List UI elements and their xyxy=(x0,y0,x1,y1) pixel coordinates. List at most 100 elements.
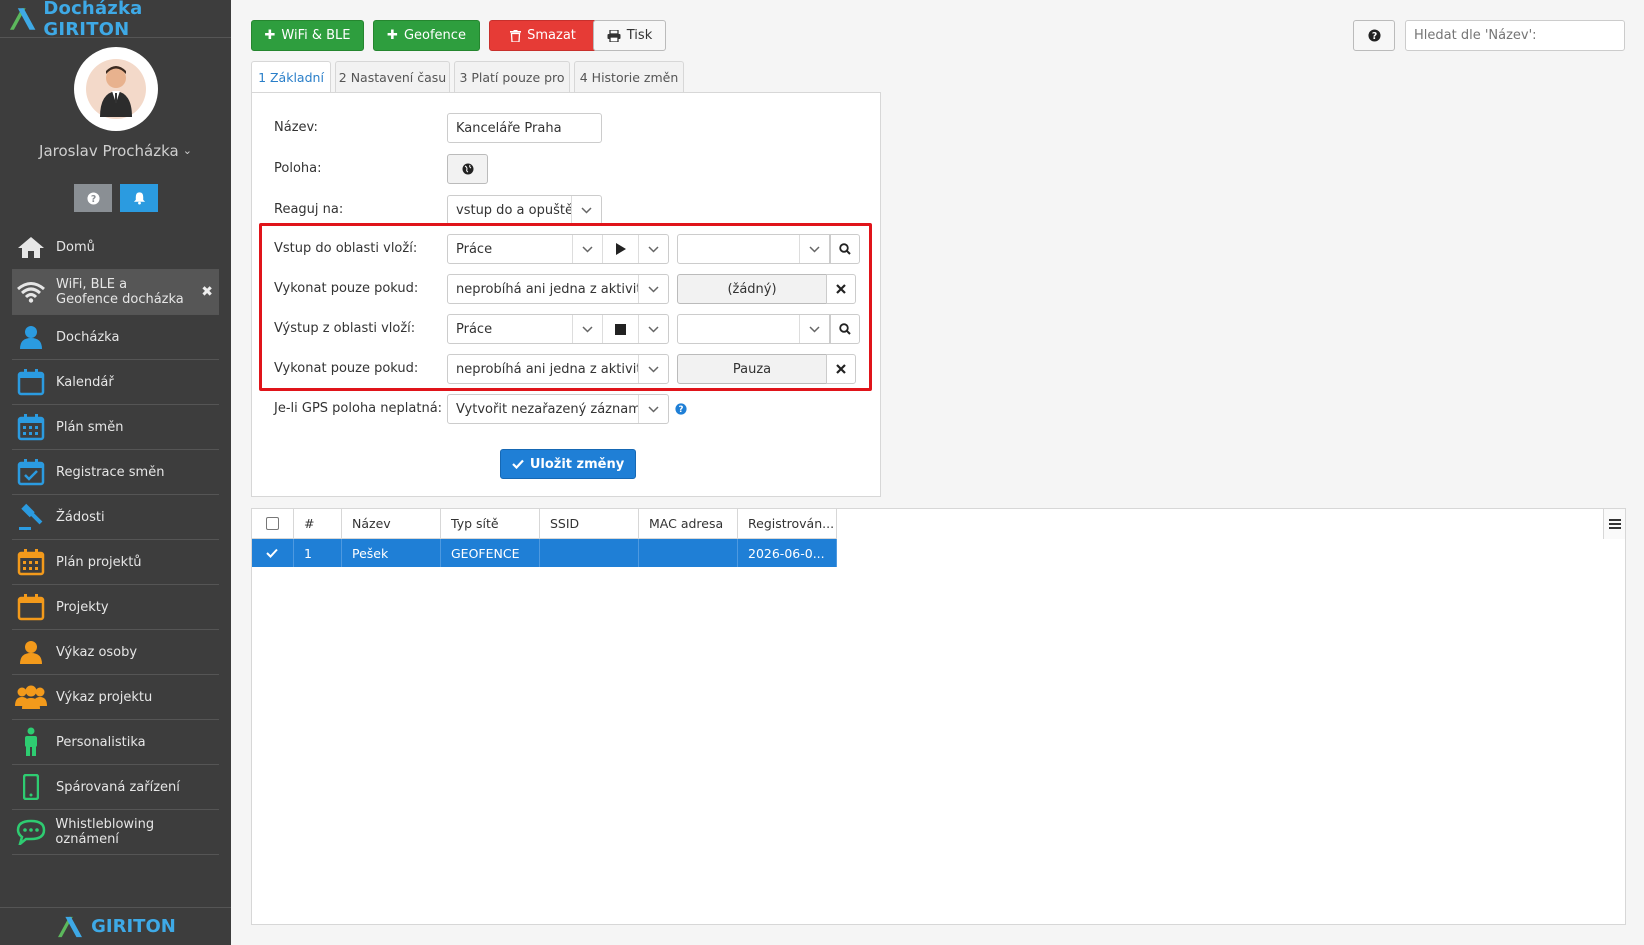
sidebar-item-shift-plan[interactable]: Plán směn xyxy=(12,405,219,450)
sidebar-item-label: Whistleblowing oznámení xyxy=(55,817,155,847)
button-label: Uložit změny xyxy=(529,456,625,472)
calendar-grid-icon xyxy=(17,414,45,441)
entry-condition-clear-button[interactable] xyxy=(826,274,856,304)
chevron-down-icon xyxy=(638,275,668,303)
help-button[interactable]: ? xyxy=(74,184,112,212)
chevron-down-icon xyxy=(799,315,829,343)
sidebar-item-label: Projekty xyxy=(56,599,109,615)
search-input[interactable] xyxy=(1405,20,1625,51)
giriton-logo-icon xyxy=(58,916,83,937)
exit-condition-clear-button[interactable] xyxy=(826,354,856,384)
sidebar-item-project-report[interactable]: Výkaz projektu xyxy=(12,675,219,720)
chevron-down-icon xyxy=(638,235,668,263)
check-icon xyxy=(512,459,524,469)
sidebar-item-person-report[interactable]: Výkaz osoby xyxy=(12,630,219,675)
avatar[interactable] xyxy=(74,47,158,131)
home-icon xyxy=(18,237,44,258)
person-icon xyxy=(20,641,42,664)
search-icon xyxy=(839,243,851,255)
name-label: Název: xyxy=(274,120,318,135)
tab-basic[interactable]: 1 Základní xyxy=(251,61,331,93)
svg-text:?: ? xyxy=(1371,31,1376,42)
table-header: # Název Typ sítě SSID MAC adresa Registr… xyxy=(252,509,837,539)
chevron-down-icon xyxy=(572,235,602,263)
sidebar-item-label: Výkaz osoby xyxy=(56,644,138,660)
sidebar-item-shift-registration[interactable]: Registrace směn xyxy=(12,450,219,495)
check-icon xyxy=(266,548,278,558)
user-name: Jaroslav Procházka xyxy=(39,142,179,160)
select-all-checkbox[interactable] xyxy=(252,509,294,538)
giriton-logo-icon xyxy=(9,7,36,30)
sidebar-item-label: Docházka xyxy=(56,329,120,345)
question-icon: ? xyxy=(1367,29,1381,42)
calendar-check-icon xyxy=(17,459,45,486)
help-button[interactable]: ? xyxy=(1353,20,1395,51)
sidebar-item-label: Plán směn xyxy=(56,419,124,435)
sidebar-item-whistleblowing[interactable]: Whistleblowing oznámení xyxy=(12,810,219,855)
chevron-down-icon xyxy=(571,196,601,224)
entry-condition-select[interactable]: neprobíhá ani jedna z aktivit xyxy=(447,274,669,304)
location-button[interactable] xyxy=(447,154,488,184)
add-wifi-ble-button[interactable]: ✚ WiFi & BLE xyxy=(251,20,364,51)
react-select[interactable]: vstup do a opuštění xyxy=(447,195,602,225)
chevron-down-icon xyxy=(799,235,829,263)
cell-ssid xyxy=(540,539,639,567)
sidebar-item-home[interactable]: Domů xyxy=(12,225,219,270)
tab-time-settings[interactable]: 2 Nastavení času xyxy=(335,61,450,92)
svg-text:?: ? xyxy=(679,405,684,415)
column-header[interactable]: # xyxy=(294,509,342,538)
wifi-icon xyxy=(17,282,45,303)
name-input[interactable]: Kanceláře Praha xyxy=(447,113,602,143)
entry-search-button[interactable] xyxy=(830,234,860,264)
table-row[interactable]: 1 Pešek GEOFENCE 2026-06-0... xyxy=(252,539,837,567)
print-button[interactable]: Tisk xyxy=(593,20,666,51)
exit-search-button[interactable] xyxy=(830,314,860,344)
tab-applies-only-to[interactable]: 3 Platí pouze pro xyxy=(454,61,570,92)
sidebar-item-wifi-geofence[interactable]: WiFi, BLE a Geofence docházka ✖ xyxy=(12,270,219,315)
select-value: Práce xyxy=(456,321,493,337)
exit-target-select[interactable] xyxy=(677,314,830,344)
row-checkbox[interactable] xyxy=(252,539,294,567)
sidebar-item-label: Spárovaná zařízení xyxy=(56,779,180,795)
help-circle-icon[interactable]: ? xyxy=(675,403,687,415)
sidebar-item-calendar[interactable]: Kalendář xyxy=(12,360,219,405)
sidebar-item-hr[interactable]: Personalistika xyxy=(12,720,219,765)
exit-activity-select[interactable]: Práce xyxy=(447,314,669,344)
entry-condition-target[interactable]: (žádný) xyxy=(677,274,827,304)
select-value: Vytvořit nezařazený záznam xyxy=(456,401,638,417)
gps-select[interactable]: Vytvořit nezařazený záznam xyxy=(447,394,669,424)
notifications-button[interactable] xyxy=(120,184,158,212)
tab-change-history[interactable]: 4 Historie změn xyxy=(574,61,684,92)
exit-condition-select[interactable]: neprobíhá ani jedna z aktivit xyxy=(447,354,669,384)
delete-button[interactable]: Smazat xyxy=(489,20,597,51)
close-icon[interactable]: ✖ xyxy=(201,284,213,300)
react-label: Reaguj na: xyxy=(274,202,344,217)
app-title: Docházka GIRITON xyxy=(43,0,143,40)
entry-activity-select[interactable]: Práce xyxy=(447,234,669,264)
sidebar-item-projects[interactable]: Projekty xyxy=(12,585,219,630)
select-value: Práce xyxy=(456,241,493,257)
column-header[interactable]: Registrován... xyxy=(738,509,837,538)
column-menu-button[interactable] xyxy=(1603,509,1625,539)
bell-icon xyxy=(133,192,145,205)
column-header[interactable]: SSID xyxy=(540,509,639,538)
exit-condition-target[interactable]: Pauza xyxy=(677,354,827,384)
user-menu[interactable]: Jaroslav Procházka ⌄ xyxy=(0,142,231,160)
stop-icon xyxy=(602,315,638,343)
save-button[interactable]: Uložit změny xyxy=(500,449,636,479)
add-geofence-button[interactable]: ✚ Geofence xyxy=(373,20,480,51)
sidebar-item-project-plan[interactable]: Plán projektů xyxy=(12,540,219,585)
sidebar-item-label: Registrace směn xyxy=(56,464,165,480)
calendar-icon xyxy=(17,594,45,621)
sidebar-item-attendance[interactable]: Docházka xyxy=(12,315,219,360)
select-value: neprobíhá ani jedna z aktivit xyxy=(456,281,638,297)
column-header[interactable]: Název xyxy=(342,509,441,538)
entry-target-select[interactable] xyxy=(677,234,830,264)
location-label: Poloha: xyxy=(274,161,322,176)
calendar-grid-icon xyxy=(17,549,45,576)
brand[interactable]: Docházka GIRITON xyxy=(0,0,231,40)
sidebar-item-paired-devices[interactable]: Spárovaná zařízení xyxy=(12,765,219,810)
sidebar-item-requests[interactable]: Žádosti xyxy=(12,495,219,540)
column-header[interactable]: Typ sítě xyxy=(441,509,540,538)
column-header[interactable]: MAC adresa xyxy=(639,509,738,538)
